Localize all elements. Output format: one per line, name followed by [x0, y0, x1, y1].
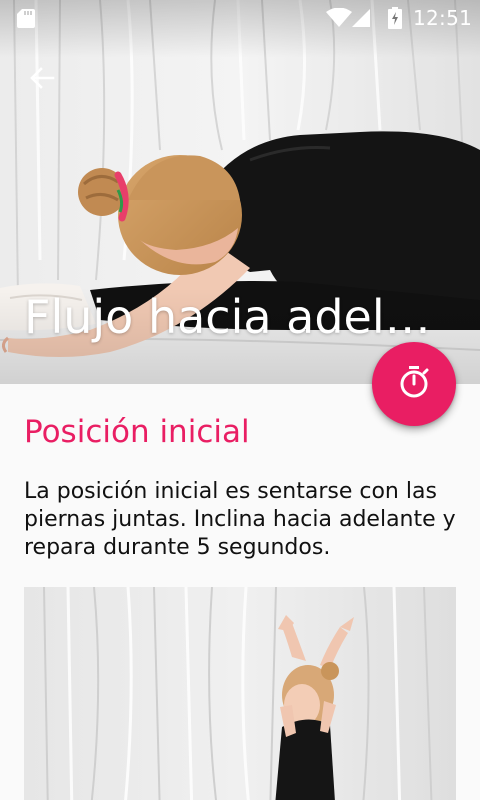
arms-up-photo — [24, 587, 456, 800]
timer-icon — [398, 365, 430, 403]
arrow-back-icon — [29, 65, 55, 91]
section-heading: Posición inicial — [24, 414, 250, 450]
cell-signal-icon — [352, 9, 370, 27]
status-bar: 12:51 — [0, 0, 480, 36]
battery-charging-icon — [388, 7, 402, 29]
start-timer-button[interactable] — [372, 342, 456, 426]
exercise-detail-screen: 12:51 Flujo hacia adela... Posición inic… — [0, 0, 480, 800]
back-button[interactable] — [20, 56, 64, 100]
page-title: Flujo hacia adela... — [24, 290, 444, 344]
exercise-description: La posición inicial es sentarse con las … — [24, 479, 456, 560]
starting-position-image — [24, 587, 456, 800]
header-image: 12:51 Flujo hacia adela... — [0, 0, 480, 384]
sd-card-icon — [16, 8, 36, 28]
wifi-icon — [326, 8, 352, 28]
status-time: 12:51 — [413, 6, 473, 30]
